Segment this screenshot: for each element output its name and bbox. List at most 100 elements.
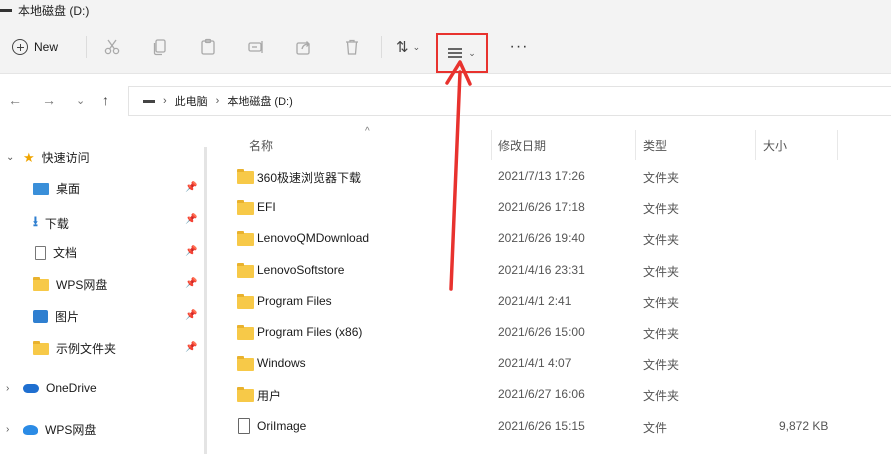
toolbar-divider [381, 36, 382, 58]
copy-icon[interactable] [151, 38, 169, 56]
file-type: 文件夹 [643, 202, 680, 217]
chevron-down-icon: ⌄ [412, 41, 421, 52]
paste-icon[interactable] [199, 38, 217, 56]
file-type: 文件夹 [643, 327, 680, 341]
sidebar-item-label: 快速访问 [41, 151, 90, 165]
file-type: 文件夹 [643, 295, 680, 310]
sidebar-scrollbar[interactable] [204, 147, 207, 454]
sidebar-item-wps-cloud[interactable]: › WPS网盘 [6, 421, 96, 438]
sidebar-item-label: OneDrive [46, 381, 97, 395]
breadcrumb-local-disk[interactable]: 本地磁盘 (D:) [227, 93, 292, 109]
folder-icon [237, 231, 254, 247]
sidebar-quick-access[interactable]: ⌄ ★ 快速访问 [6, 149, 90, 166]
column-header-type[interactable]: 类型 [643, 137, 667, 154]
sidebar-item-label: WPS网盘 [56, 278, 108, 292]
wps-cloud-icon [23, 424, 38, 435]
file-row[interactable]: Windows 2021/4/1 4:07 文件夹 [225, 348, 891, 379]
sidebar-item-wps-drive[interactable]: WPS网盘 [33, 276, 107, 293]
recent-locations-button[interactable]: ⌄ [76, 94, 85, 107]
folder-icon [237, 262, 254, 278]
column-header-date[interactable]: 修改日期 [498, 137, 546, 154]
share-icon[interactable] [295, 38, 313, 56]
file-date: 2021/4/1 2:41 [498, 293, 572, 308]
file-date: 2021/4/1 4:07 [498, 356, 572, 371]
file-size: 9,872 KB [779, 418, 829, 433]
sidebar-item-onedrive[interactable]: › OneDrive [6, 381, 97, 395]
file-name: Program Files [257, 293, 332, 308]
file-type: 文件夹 [643, 264, 680, 279]
sidebar-item-label: 下载 [44, 216, 69, 231]
chevron-down-icon: ⌄ [6, 152, 15, 163]
file-row[interactable]: LenovoQMDownload 2021/6/26 19:40 文件夹 [225, 223, 891, 254]
desktop-icon [33, 182, 49, 195]
file-name: EFI [257, 200, 276, 215]
file-row[interactable]: EFI 2021/6/26 17:18 文件夹 [225, 192, 891, 223]
delete-icon[interactable] [343, 38, 361, 56]
file-date: 2021/6/26 15:00 [498, 325, 585, 339]
pin-icon[interactable]: 📌 [185, 310, 197, 321]
pin-icon[interactable]: 📌 [185, 342, 197, 353]
sort-button[interactable]: ⇅ ⌄ [396, 36, 420, 58]
breadcrumb-separator: › [163, 95, 167, 107]
new-button-label: New [34, 40, 59, 54]
file-date: 2021/7/13 17:26 [498, 169, 585, 183]
forward-button[interactable]: → [42, 92, 56, 108]
sidebar-item-label: 示例文件夹 [56, 342, 117, 356]
new-button[interactable]: New [12, 36, 58, 58]
sidebar-item-desktop[interactable]: 桌面 [33, 180, 80, 197]
file-row[interactable]: OriImage 2021/6/26 15:15 文件 9,872 KB [225, 411, 891, 442]
pin-icon[interactable]: 📌 [185, 278, 197, 289]
file-name: LenovoSoftstore [257, 262, 345, 277]
column-divider[interactable] [755, 130, 756, 160]
breadcrumb-separator: › [215, 95, 220, 107]
up-button[interactable]: ↑ [102, 92, 109, 108]
folder-icon [33, 276, 49, 291]
column-header-name[interactable]: 名称 [249, 137, 273, 154]
file-name: 用户 [257, 389, 282, 404]
file-row[interactable]: LenovoSoftstore 2021/4/16 23:31 文件夹 [225, 255, 891, 286]
file-date: 2021/4/16 23:31 [498, 262, 585, 277]
sort-icon: ⇅ [396, 39, 409, 56]
file-name: Windows [257, 356, 306, 371]
drive-icon [143, 99, 155, 103]
folder-icon [237, 325, 254, 340]
file-name: Program Files (x86) [257, 325, 363, 339]
pin-icon[interactable]: 📌 [185, 214, 197, 225]
pin-icon[interactable]: 📌 [185, 182, 197, 193]
file-date: 2021/6/26 15:15 [498, 418, 585, 433]
breadcrumb-this-pc[interactable]: 此电脑 [175, 93, 208, 109]
file-type: 文件夹 [643, 358, 680, 373]
back-button[interactable]: ← [8, 92, 22, 108]
file-name: OriImage [257, 418, 307, 433]
folder-icon [237, 200, 254, 216]
sort-ascending-icon: ^ [365, 126, 370, 137]
column-divider[interactable] [837, 130, 838, 160]
title-bar: 本地磁盘 (D:) [0, 0, 891, 20]
column-divider[interactable] [491, 130, 492, 160]
view-button[interactable]: ⌄ [436, 33, 488, 73]
file-row[interactable]: Program Files 2021/4/1 2:41 文件夹 [225, 286, 891, 317]
folder-icon [237, 169, 254, 184]
column-header-size[interactable]: 大小 [763, 137, 787, 154]
pin-icon[interactable]: 📌 [185, 246, 197, 257]
command-bar: New ⇅ ⌄ ⌄ ··· [0, 20, 891, 74]
file-row[interactable]: 用户 2021/6/27 16:06 文件夹 [225, 379, 891, 410]
file-row[interactable]: 360极速浏览器下载 2021/7/13 17:26 文件夹 [225, 161, 891, 192]
address-bar[interactable]: › 此电脑 › 本地磁盘 (D:) [128, 86, 891, 116]
file-row[interactable]: Program Files (x86) 2021/6/26 15:00 文件夹 [225, 317, 891, 348]
sidebar-item-label: 图片 [55, 310, 80, 324]
sidebar-item-downloads[interactable]: ⭳ 下载 [33, 211, 69, 235]
sidebar-item-documents[interactable]: 文档 [35, 244, 77, 261]
file-name: 360极速浏览器下载 [257, 171, 362, 185]
sidebar-item-pictures[interactable]: 图片 [33, 308, 79, 325]
more-options-button[interactable]: ··· [508, 38, 530, 56]
file-type: 文件夹 [643, 389, 680, 404]
sidebar-item-sample-folder[interactable]: 示例文件夹 [33, 340, 116, 357]
file-date: 2021/6/27 16:06 [498, 387, 585, 402]
column-divider[interactable] [635, 130, 636, 160]
download-icon: ⭳ [33, 213, 38, 229]
window-title: 本地磁盘 (D:) [18, 3, 90, 18]
star-icon: ★ [23, 149, 35, 165]
cut-icon[interactable] [103, 38, 121, 56]
rename-icon[interactable] [247, 38, 265, 56]
